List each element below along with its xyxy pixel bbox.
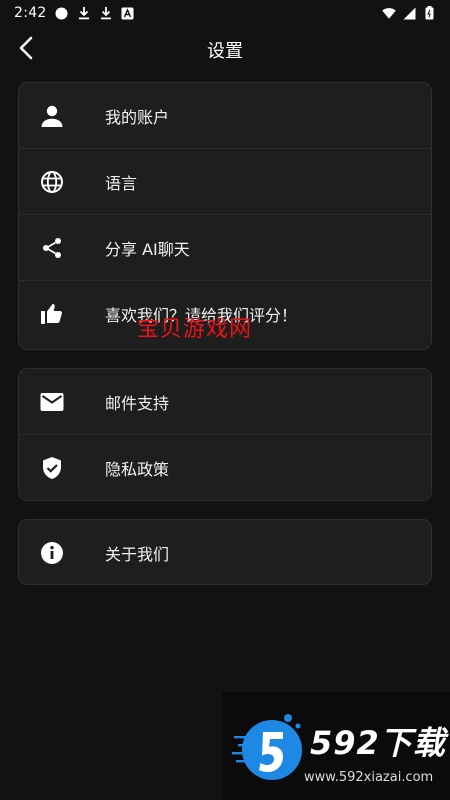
settings-item-label: 分享 AI聊天 [105,239,190,259]
status-left: 2:42 [14,5,135,21]
download-icon [77,6,91,20]
share-icon [39,235,65,261]
signal-icon [402,6,416,20]
info-icon [39,540,65,566]
settings-group-about: 关于我们 [18,519,432,585]
back-button[interactable] [10,34,42,66]
watermark-text: 宝贝游戏网 [137,317,253,342]
a-box-icon [121,6,135,20]
settings-item-label: 语言 [105,173,138,193]
battery-icon [422,6,436,20]
app-header: 设置 [0,26,450,74]
wifi-icon [382,6,396,20]
settings-screen: 2:42 设置 我的账户 语言 分享 AI聊天 喜欢我们？请给我们评分！ 邮件支… [0,0,450,800]
settings-group-account: 我的账户 语言 分享 AI聊天 喜欢我们？请给我们评分！ [18,82,432,350]
person-icon [39,103,65,129]
status-bar: 2:42 [0,0,450,26]
status-right [382,6,436,20]
settings-item-label: 隐私政策 [105,460,170,479]
settings-item-label: 关于我们 [105,545,170,564]
thumbs-up-icon [39,301,65,327]
globe-icon [39,169,65,195]
circle-icon [55,6,69,20]
settings-item-label: 我的账户 [105,107,170,127]
logo-url: www.592xiazai.com [304,770,434,785]
chevron-left-icon [18,36,34,64]
status-time: 2:42 [14,5,47,21]
settings-item-about-us[interactable]: 关于我们 [19,520,431,584]
logo-name: 592下载 [310,724,446,762]
shield-check-icon [39,455,65,481]
mail-icon [39,389,65,415]
settings-item-privacy-policy[interactable]: 隐私政策 [19,435,431,500]
page-title: 设置 [207,41,243,62]
logo-5-icon [232,706,304,790]
settings-item-mail-support[interactable]: 邮件支持 [19,369,431,435]
settings-item-label: 邮件支持 [105,393,170,413]
watermark-logo: 592下载 www.592xiazai.com [222,692,450,800]
settings-item-my-account[interactable]: 我的账户 [19,83,431,149]
settings-group-support: 邮件支持 隐私政策 [18,368,432,501]
download-icon [99,6,113,20]
settings-item-language[interactable]: 语言 [19,149,431,215]
settings-item-share[interactable]: 分享 AI聊天 [19,215,431,281]
